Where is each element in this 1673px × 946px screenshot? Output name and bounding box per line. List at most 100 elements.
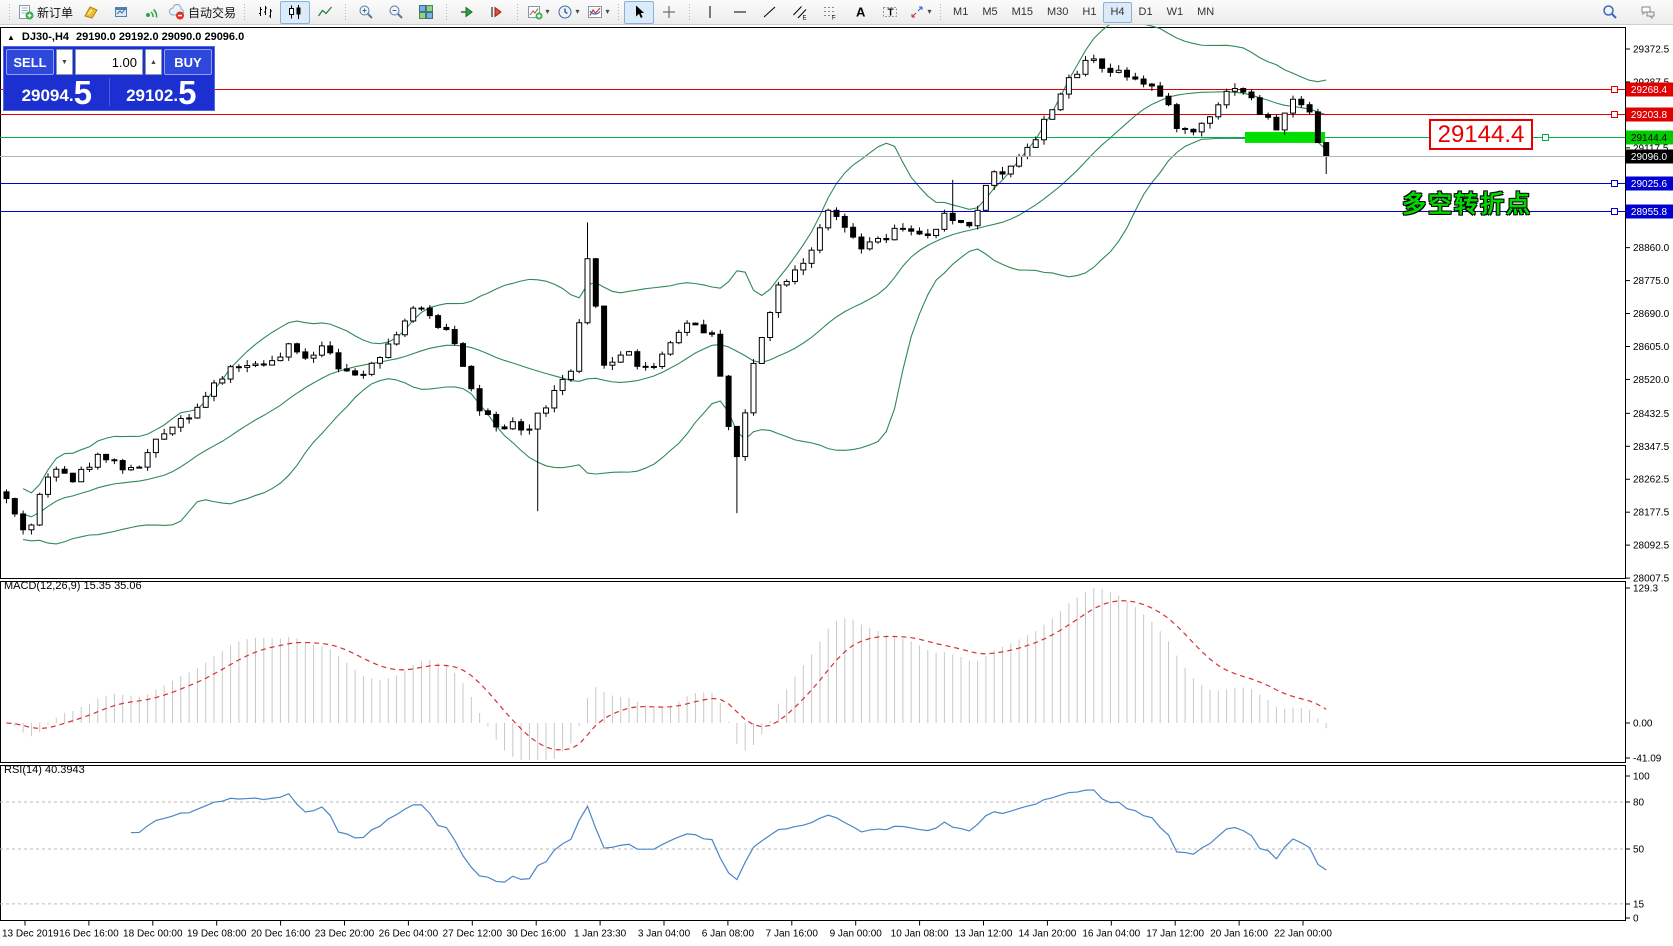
sell-price[interactable]: 29094.5: [6, 76, 108, 108]
hline-handle[interactable]: [1543, 135, 1549, 141]
timeframe-mn[interactable]: MN: [1190, 2, 1221, 23]
autotrading-button-label: 自动交易: [188, 4, 236, 21]
chevron-down-icon[interactable]: ▾: [576, 8, 580, 16]
chevron-down-icon[interactable]: ▾: [606, 8, 610, 16]
chevron-down-icon[interactable]: ▾: [928, 8, 932, 16]
timeframe-d1[interactable]: D1: [1132, 2, 1160, 23]
new-chart-button[interactable]: ▾: [523, 1, 553, 24]
zoom-out-icon: [388, 4, 404, 20]
candle-body: [79, 469, 84, 481]
buy-button[interactable]: BUY: [164, 49, 212, 75]
chat-icon: [1640, 4, 1656, 20]
time-tick-label[interactable]: 20 Dec 16:00: [251, 929, 311, 940]
time-tick-label[interactable]: 10 Jan 08:00: [891, 929, 949, 940]
time-tick-label[interactable]: 9 Jan 00:00: [830, 929, 883, 940]
symbol-ohlc-values: 29190.0 29192.0 29090.0 29096.0: [76, 31, 244, 43]
macd-indicator-label: MACD(12,26,9) 15.35 35.06: [4, 580, 142, 592]
hline-handle[interactable]: [1612, 87, 1618, 93]
hline-handle[interactable]: [1612, 209, 1618, 215]
hline-handle[interactable]: [1612, 181, 1618, 187]
time-tick-label[interactable]: 1 Jan 23:30: [574, 929, 627, 940]
period-button[interactable]: ▾: [553, 1, 583, 24]
time-tick-label[interactable]: 30 Dec 16:00: [506, 929, 566, 940]
time-tick-label[interactable]: 14 Jan 20:00: [1018, 929, 1076, 940]
turning-point-note[interactable]: 多空转折点: [1402, 184, 1532, 219]
time-tick-label[interactable]: 16 Dec 16:00: [59, 929, 119, 940]
candle-chart-button[interactable]: [280, 1, 310, 24]
time-tick-label[interactable]: 22 Jan 00:00: [1274, 929, 1332, 940]
vline-button[interactable]: [695, 1, 725, 24]
timeframe-m15[interactable]: M15: [1005, 2, 1040, 23]
time-tick-label[interactable]: 27 Dec 12:00: [443, 929, 503, 940]
candle-body: [1324, 143, 1329, 157]
candle-body: [245, 365, 250, 367]
crosshair-button[interactable]: [654, 1, 684, 24]
indicators-icon: [587, 4, 603, 20]
indicators-button[interactable]: ▾: [583, 1, 613, 24]
candle-body: [726, 376, 731, 426]
candle-body: [817, 228, 822, 250]
toolbar-group-objects: EFAT ▾: [695, 0, 935, 25]
line-chart-button[interactable]: [310, 1, 340, 24]
collapse-panel-icon[interactable]: ▲: [7, 33, 15, 42]
timeframe-m30[interactable]: M30: [1040, 2, 1075, 23]
time-tick-label[interactable]: 26 Dec 04:00: [379, 929, 439, 940]
timeframe-m5[interactable]: M5: [975, 2, 1004, 23]
timeframe-h4[interactable]: H4: [1103, 2, 1131, 23]
candle-body: [1083, 60, 1088, 74]
arrows-button[interactable]: ▾: [905, 1, 935, 24]
signals-button[interactable]: [136, 1, 166, 24]
volume-input[interactable]: 1.00: [75, 49, 143, 75]
metaeditor-button[interactable]: [76, 1, 106, 24]
hline-handle[interactable]: [1612, 112, 1618, 118]
time-tick-label[interactable]: 3 Jan 04:00: [638, 929, 691, 940]
candle-body: [129, 468, 134, 470]
profile-button[interactable]: [106, 1, 136, 24]
candle-body: [1025, 147, 1030, 156]
time-tick-label[interactable]: 20 Jan 16:00: [1210, 929, 1268, 940]
symbol-ohlc-bar: ▲ DJ30-,H4 29190.0 29192.0 29090.0 29096…: [7, 31, 244, 43]
timeframe-w1[interactable]: W1: [1160, 2, 1191, 23]
time-tick-label[interactable]: 7 Jan 16:00: [766, 929, 819, 940]
chart-canvas[interactable]: 29372.529287.529117.528860.028775.028690…: [0, 25, 1673, 946]
sell-button[interactable]: SELL: [6, 49, 54, 75]
time-tick-label[interactable]: 13 Jan 12:00: [955, 929, 1013, 940]
label-button[interactable]: T: [875, 1, 905, 24]
volume-down-button[interactable]: ▼: [56, 49, 73, 75]
auto-scroll-button[interactable]: [452, 1, 482, 24]
timeframe-h1[interactable]: H1: [1075, 2, 1103, 23]
trendline-button[interactable]: [755, 1, 785, 24]
price-callout-box[interactable]: 29144.4: [1429, 119, 1533, 150]
time-tick-label[interactable]: 17 Jan 12:00: [1146, 929, 1204, 940]
time-tick-label[interactable]: 19 Dec 08:00: [187, 929, 247, 940]
chevron-down-icon[interactable]: ▾: [546, 8, 550, 16]
fibonacci-button[interactable]: F: [815, 1, 845, 24]
zoom-out-button[interactable]: [381, 1, 411, 24]
channel-button[interactable]: E: [785, 1, 815, 24]
tile-windows-button[interactable]: [411, 1, 441, 24]
candle-body: [54, 469, 59, 477]
autotrading-button[interactable]: 自动交易: [166, 1, 239, 24]
zoom-in-button[interactable]: [351, 1, 381, 24]
toolbar-grip: [443, 4, 450, 20]
chart-shift-button[interactable]: [482, 1, 512, 24]
candle-body: [95, 454, 100, 467]
candle-body: [635, 352, 640, 367]
time-tick-label[interactable]: 6 Jan 08:00: [702, 929, 755, 940]
search-button[interactable]: [1595, 1, 1625, 24]
chat-button[interactable]: [1633, 1, 1663, 24]
timeframe-m1[interactable]: M1: [946, 2, 975, 23]
time-tick-label[interactable]: 23 Dec 20:00: [315, 929, 375, 940]
time-tick-label[interactable]: 16 Jan 04:00: [1082, 929, 1140, 940]
bar-chart-button[interactable]: [250, 1, 280, 24]
text-button[interactable]: A: [845, 1, 875, 24]
new-order-button[interactable]: 新订单: [15, 1, 76, 24]
buy-price[interactable]: 29102.5: [111, 76, 213, 108]
volume-up-button[interactable]: ▲: [145, 49, 162, 75]
hline-button[interactable]: [725, 1, 755, 24]
time-tick-label[interactable]: 13 Dec 2019: [2, 929, 59, 940]
new-chart-icon: [527, 4, 543, 20]
cursor-button[interactable]: [624, 1, 654, 24]
time-tick-label[interactable]: 18 Dec 00:00: [123, 929, 183, 940]
auto-scroll-icon: [459, 4, 475, 20]
